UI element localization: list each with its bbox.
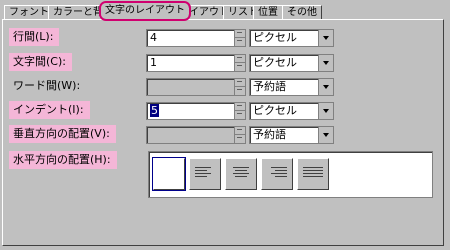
dropdown-arrow-icon[interactable] [318,127,333,143]
text-layout-dialog: フォント カラーと背景 文字のレイアウト レイアウト リスト 位置 その他 行間… [0,0,450,250]
word-spacing-unit-value: 予約語 [253,80,286,93]
spin-up-icon[interactable] [235,55,245,63]
tab-text-layout[interactable]: 文字のレイアウト [99,1,191,21]
horizontal-align-options [148,151,433,198]
indent-input[interactable]: 5 [146,102,237,120]
indent-unit-value: ピクセル [253,104,297,117]
spin-down-icon[interactable] [235,38,245,46]
spin-down-icon[interactable] [235,63,245,71]
spin-up-icon[interactable] [235,30,245,38]
word-spacing-label: ワード間(W): [13,79,81,92]
letter-spacing-unit-value: ピクセル [253,56,297,69]
align-right-button[interactable] [261,158,293,190]
line-spacing-spinner[interactable] [234,29,246,47]
letter-spacing-input[interactable]: 1 [146,54,237,72]
vertical-align-label: 垂直方向の配置(V): [9,125,116,143]
word-spacing-input[interactable] [146,78,237,96]
word-spacing-spinner[interactable] [234,78,246,96]
horizontal-align-label: 水平方向の配置(H): [9,151,117,169]
spin-up-icon[interactable] [235,127,245,135]
tab-other[interactable]: その他 [282,5,322,20]
line-spacing-unit-value: ピクセル [253,31,297,44]
dropdown-arrow-icon[interactable] [318,30,333,46]
dropdown-arrow-icon[interactable] [318,103,333,119]
vertical-align-unit-value: 予約語 [253,128,286,141]
word-spacing-unit-select[interactable]: 予約語 [249,78,334,96]
spin-down-icon[interactable] [235,135,245,143]
spin-down-icon[interactable] [235,87,245,95]
letter-spacing-unit-select[interactable]: ピクセル [249,54,334,72]
line-spacing-label: 行間(L): [9,28,60,46]
tab-panel: 行間(L): 4 ピクセル 文字間(C): 1 ピクセル ワード間(W): 予約… [2,19,444,246]
line-spacing-input[interactable]: 4 [146,29,237,47]
spin-up-icon[interactable] [235,103,245,111]
indent-value: 5 [150,104,159,117]
letter-spacing-label: 文字間(C): [9,53,72,71]
align-left-button[interactable] [189,158,221,190]
vertical-align-input[interactable] [146,126,237,144]
spin-up-icon[interactable] [235,79,245,87]
tab-position[interactable]: 位置 [253,5,283,20]
vertical-align-unit-select[interactable]: 予約語 [249,126,334,144]
letter-spacing-spinner[interactable] [234,54,246,72]
align-none-button[interactable] [152,157,186,191]
indent-unit-select[interactable]: ピクセル [249,102,334,120]
line-spacing-unit-select[interactable]: ピクセル [249,29,334,47]
indent-spinner[interactable] [234,102,246,120]
tab-font[interactable]: フォント [4,5,54,20]
indent-label: インデント(I): [9,101,90,119]
dropdown-arrow-icon[interactable] [318,79,333,95]
spin-down-icon[interactable] [235,111,245,119]
vertical-align-spinner[interactable] [234,126,246,144]
dropdown-arrow-icon[interactable] [318,55,333,71]
align-center-button[interactable] [225,158,257,190]
align-justify-button[interactable] [297,158,329,190]
